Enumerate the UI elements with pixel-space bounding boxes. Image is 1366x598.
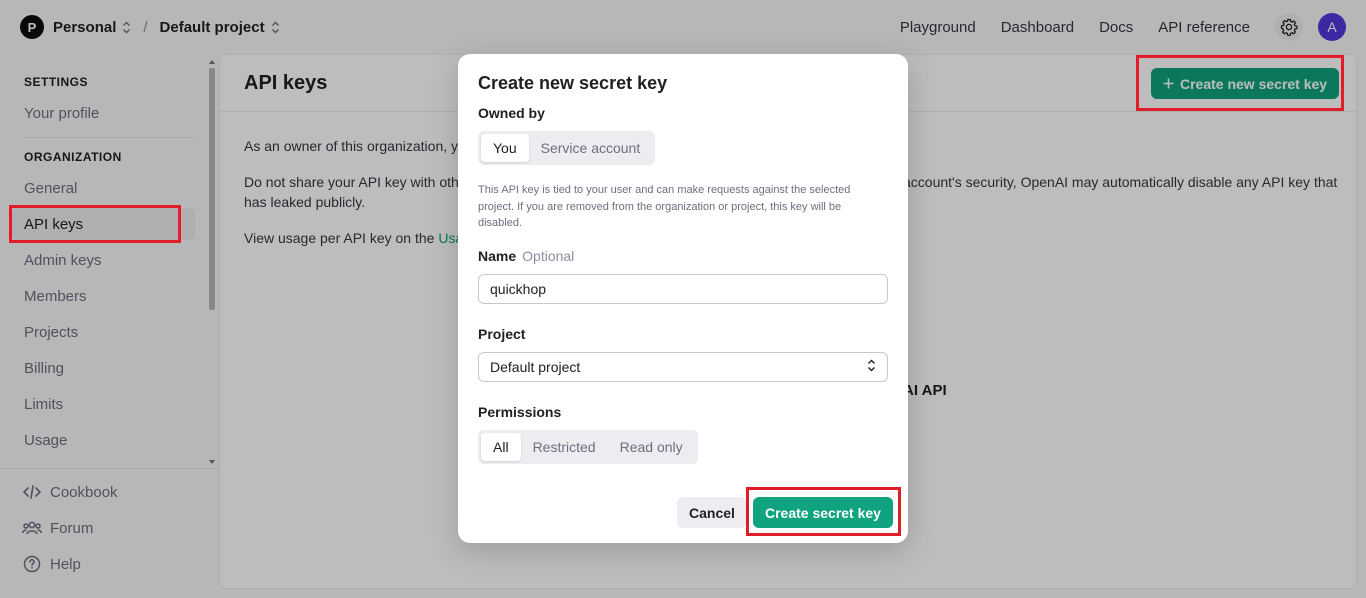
owned-by-label: Owned by [478,105,545,121]
create-secret-key-dialog: Create new secret key Owned by You Servi… [458,54,908,543]
name-label-text: Name [478,248,517,264]
permissions-label: Permissions [478,404,562,420]
permission-option-read-only[interactable]: Read only [608,433,695,461]
chevron-up-down-icon [867,359,876,375]
create-secret-key-button[interactable]: Create secret key [753,497,893,528]
name-label: Name Optional [478,248,574,264]
key-name-input[interactable] [478,274,888,304]
permission-option-all[interactable]: All [481,433,521,461]
owner-option-service-account[interactable]: Service account [529,134,653,162]
project-label: Project [478,326,526,342]
project-select-value: Default project [490,359,581,375]
owner-segmented-control: You Service account [478,131,656,165]
name-optional-hint: Optional [522,248,575,264]
permission-option-restricted[interactable]: Restricted [521,433,608,461]
owner-help-text: This API key is tied to your user and ca… [478,184,851,229]
owner-option-you[interactable]: You [481,134,529,162]
cancel-button[interactable]: Cancel [677,497,747,528]
project-select[interactable]: Default project [478,352,888,382]
dialog-title: Create new secret key [478,73,668,93]
permissions-segmented-control: All Restricted Read only [478,430,698,464]
